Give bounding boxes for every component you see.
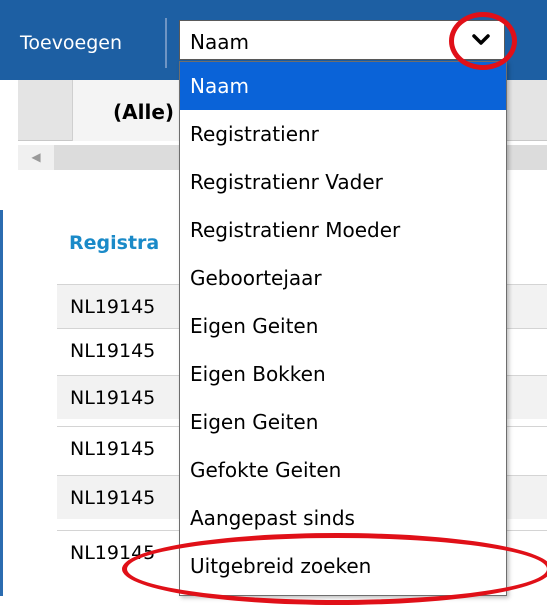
field-select-dropdown: Naam Registratienr Registratienr Vader R…: [179, 61, 507, 596]
registration-cell: NL19145: [70, 487, 156, 509]
option-label: Geboortejaar: [190, 266, 322, 290]
dropdown-option-registratienr-moeder[interactable]: Registratienr Moeder: [180, 206, 506, 254]
dropdown-option-geboortejaar[interactable]: Geboortejaar: [180, 254, 506, 302]
dropdown-option-eigen-geiten-2[interactable]: Eigen Geiten: [180, 398, 506, 446]
option-label: Aangepast sinds: [190, 506, 355, 530]
option-label: Eigen Geiten: [190, 314, 319, 338]
registration-cell: NL19145: [70, 296, 156, 318]
left-edge-bar: [0, 210, 3, 596]
dropdown-option-gefokte-geiten[interactable]: Gefokte Geiten: [180, 446, 506, 494]
field-select-value: Naam: [190, 30, 249, 54]
option-label: Registratienr: [190, 122, 319, 146]
dropdown-option-naam[interactable]: Naam: [180, 62, 506, 110]
dropdown-option-eigen-bokken[interactable]: Eigen Bokken: [180, 350, 506, 398]
uitgebreid-zoeken-highlight-circle: [122, 533, 547, 605]
option-label: Gefokte Geiten: [190, 458, 342, 482]
registration-cell: NL19145: [70, 387, 156, 409]
option-label: Naam: [190, 74, 249, 98]
add-label: Toevoegen: [20, 32, 123, 54]
scroll-left-icon[interactable]: ◀: [18, 145, 54, 170]
option-label: Eigen Geiten: [190, 410, 319, 434]
option-label: Registratienr Moeder: [190, 218, 401, 242]
dropdown-option-eigen-geiten[interactable]: Eigen Geiten: [180, 302, 506, 350]
dropdown-option-registratienr-vader[interactable]: Registratienr Vader: [180, 158, 506, 206]
toolbar-divider: [165, 18, 167, 68]
registration-cell: NL19145: [70, 340, 156, 362]
dropdown-option-registratienr[interactable]: Registratienr: [180, 110, 506, 158]
grid-column-header[interactable]: Registra: [69, 232, 159, 254]
option-label: Eigen Bokken: [190, 362, 326, 386]
option-label: Registratienr Vader: [190, 170, 383, 194]
registration-cell: NL19145: [70, 438, 156, 460]
chevron-highlight-circle: [449, 12, 517, 70]
tab-label: (Alle): [113, 100, 175, 124]
